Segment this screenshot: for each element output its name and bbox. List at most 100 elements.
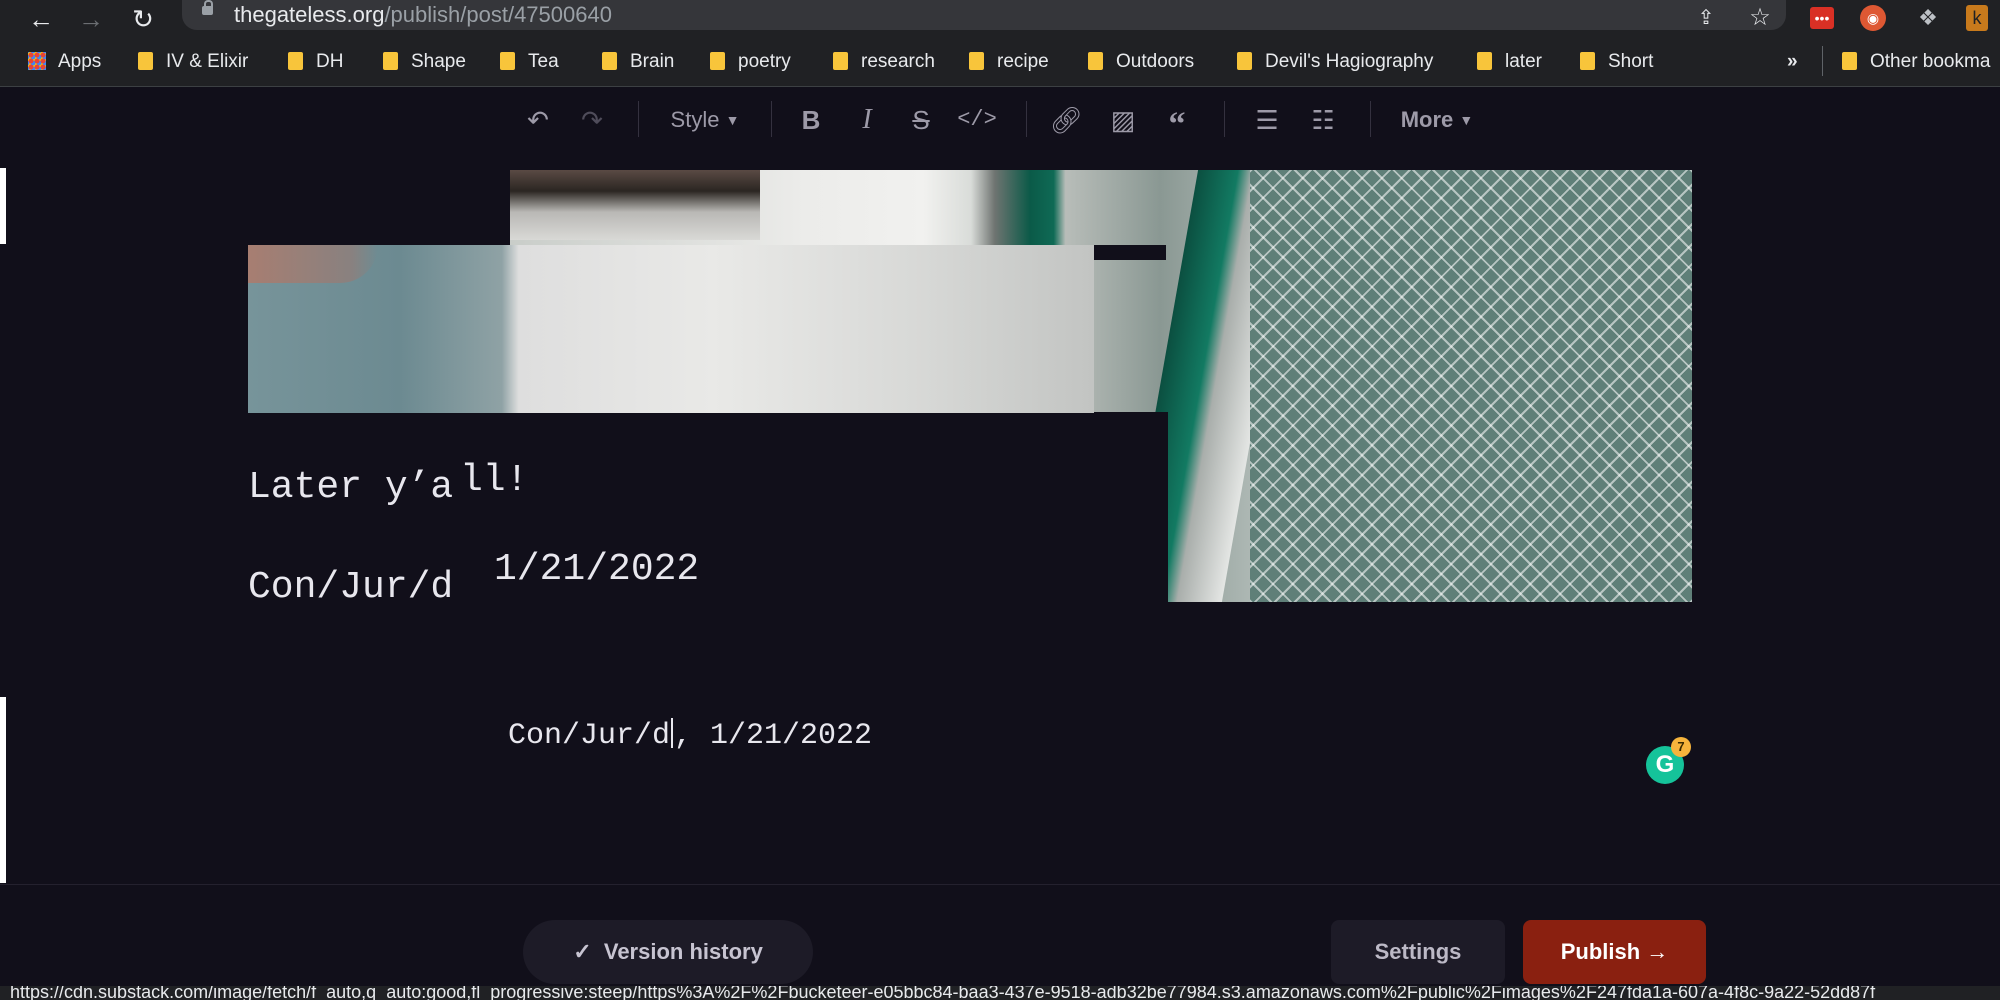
post-signature-line[interactable]: Con/Jur/d, 1/21/2022 — [508, 718, 872, 753]
more-dropdown[interactable]: More ▼ — [1396, 103, 1478, 137]
caret-down-icon: ▼ — [725, 112, 740, 128]
status-url: https://cdn.substack.com/image/fetch/f_a… — [10, 986, 1876, 1000]
image-mesh — [1250, 170, 1692, 602]
bookmark-label: Brain — [630, 51, 675, 72]
folder-icon — [288, 52, 303, 70]
bookmark-folder-tea[interactable]: Tea — [500, 48, 559, 76]
editor-toolbar: ↶ ↷ Style ▼ B I S </> 🔗︎ ▨ “ ☰ ☷ More ▼ — [0, 87, 2000, 153]
folder-icon — [1580, 52, 1595, 70]
bookmark-folder-devils-hagiography[interactable]: Devil's Hagiography — [1237, 48, 1433, 76]
publish-button[interactable]: Publish → — [1523, 920, 1706, 984]
bookmark-label: Tea — [528, 51, 559, 72]
other-bookmarks[interactable]: Other bookma — [1842, 48, 1990, 76]
code-icon[interactable]: </> — [957, 103, 997, 137]
bookmark-apps[interactable]: Apps — [28, 48, 101, 76]
bookmark-label: recipe — [997, 51, 1049, 72]
bookmark-folder-iv-elixir[interactable]: IV & Elixir — [138, 48, 248, 76]
bookmark-folder-outdoors[interactable]: Outdoors — [1088, 48, 1194, 76]
post-date-fragment: 1/21/2022 — [462, 548, 706, 591]
image-corner — [510, 170, 760, 240]
bookmark-label: poetry — [738, 51, 791, 72]
extension-k-icon[interactable]: k — [1966, 5, 1988, 31]
version-history-label: Version history — [603, 939, 763, 964]
share-icon[interactable]: ⇪ — [1692, 4, 1720, 32]
post-text-fragment: ll! — [460, 459, 533, 502]
folder-icon — [383, 52, 398, 70]
folder-icon — [833, 52, 848, 70]
url-path: /publish/post/47500640 — [384, 2, 612, 27]
apps-grid-icon — [28, 52, 46, 70]
link-icon[interactable]: 🔗︎ — [1048, 103, 1084, 137]
bold-icon[interactable]: B — [794, 103, 828, 137]
reload-icon[interactable]: ↻ — [128, 4, 158, 34]
bookmark-folder-research[interactable]: research — [833, 48, 935, 76]
checkmark-icon: ✓ — [573, 939, 592, 964]
more-label: More — [1400, 107, 1454, 132]
folder-icon — [500, 52, 515, 70]
bookmark-folder-dh[interactable]: DH — [288, 48, 343, 76]
bookmark-label: later — [1505, 51, 1542, 72]
settings-button[interactable]: Settings — [1331, 920, 1505, 984]
undo-icon[interactable]: ↶ — [520, 103, 556, 137]
folder-icon — [602, 52, 617, 70]
text-fragment: Con/Jur/d — [248, 566, 454, 609]
redo-icon[interactable]: ↷ — [574, 103, 610, 137]
text-fragment: ll! — [460, 459, 529, 502]
text-cursor — [671, 718, 674, 748]
post-text-line[interactable]: Con/Jur/d — [248, 566, 453, 609]
text-fragment: 1/21/2022 — [494, 548, 700, 591]
image-icon[interactable]: ▨ — [1106, 103, 1140, 137]
text-fragment: Con/Jur/d — [508, 719, 671, 753]
bookmark-folder-later[interactable]: later — [1477, 48, 1542, 76]
bookmark-folder-short[interactable]: Short — [1580, 48, 1653, 76]
other-bookmarks-label: Other bookma — [1870, 51, 1991, 72]
bookmark-label: Outdoors — [1116, 51, 1195, 72]
url-text[interactable]: thegateless.org/publish/post/47500640 — [234, 2, 612, 28]
url-domain: thegateless.org — [234, 2, 385, 27]
image-stain — [248, 245, 378, 283]
extension-dropbox-icon[interactable]: ❖ — [1914, 4, 1942, 32]
bookmarks-overflow-button[interactable]: » — [1787, 48, 1798, 76]
bookmark-folder-recipe[interactable]: recipe — [969, 48, 1049, 76]
strikethrough-icon[interactable]: S — [904, 103, 938, 137]
address-bar[interactable]: thegateless.org/publish/post/47500640 — [182, 0, 1786, 30]
arrow-right-icon: → — [1646, 939, 1669, 964]
bookmark-folder-poetry[interactable]: poetry — [710, 48, 791, 76]
bookmark-label: IV & Elixir — [166, 51, 249, 72]
toolbar-divider — [1370, 101, 1371, 137]
footer-divider — [0, 884, 2000, 885]
folder-icon — [138, 52, 153, 70]
browser-toolbar: ← → ↻ thegateless.org/publish/post/47500… — [0, 0, 2000, 38]
bookmark-label: Short — [1608, 51, 1654, 72]
folder-icon — [1088, 52, 1103, 70]
numbered-list-icon[interactable]: ☷ — [1306, 103, 1340, 137]
blockquote-icon[interactable]: “ — [1160, 103, 1194, 143]
bullet-list-icon[interactable]: ☰ — [1250, 103, 1284, 137]
editor-margin-marker — [0, 168, 6, 244]
bookmark-label: DH — [316, 51, 344, 72]
star-bookmark-icon[interactable]: ☆ — [1746, 4, 1774, 32]
extension-lastpass-icon[interactable]: ••• — [1810, 7, 1834, 29]
style-dropdown[interactable]: Style ▼ — [664, 103, 746, 137]
bookmarks-bar: Apps IV & Elixir DH Shape Tea Brain poet… — [0, 38, 2000, 87]
lock-icon — [202, 0, 213, 15]
bookmark-label: Devil's Hagiography — [1265, 51, 1434, 72]
style-label: Style — [670, 107, 720, 132]
folder-icon — [1477, 52, 1492, 70]
toolbar-divider — [1026, 101, 1027, 137]
italic-icon[interactable]: I — [850, 103, 884, 137]
text-fragment: Later y’a — [248, 466, 454, 509]
status-bar: https://cdn.substack.com/image/fetch/f_a… — [0, 986, 2000, 1000]
extension-duckduckgo-icon[interactable]: ◉ — [1860, 5, 1886, 31]
post-text-line[interactable]: Later y’a — [248, 466, 453, 509]
folder-icon — [1842, 52, 1857, 70]
publish-label: Publish — [1560, 939, 1641, 964]
version-history-button[interactable]: ✓ Version history — [523, 920, 813, 984]
bookmark-label: Apps — [58, 51, 102, 72]
bookmark-folder-shape[interactable]: Shape — [383, 48, 466, 76]
back-arrow-icon[interactable]: ← — [26, 4, 56, 34]
folder-icon — [969, 52, 984, 70]
toolbar-divider — [771, 101, 772, 137]
forward-arrow-icon[interactable]: → — [76, 4, 106, 34]
bookmark-folder-brain[interactable]: Brain — [602, 48, 674, 76]
